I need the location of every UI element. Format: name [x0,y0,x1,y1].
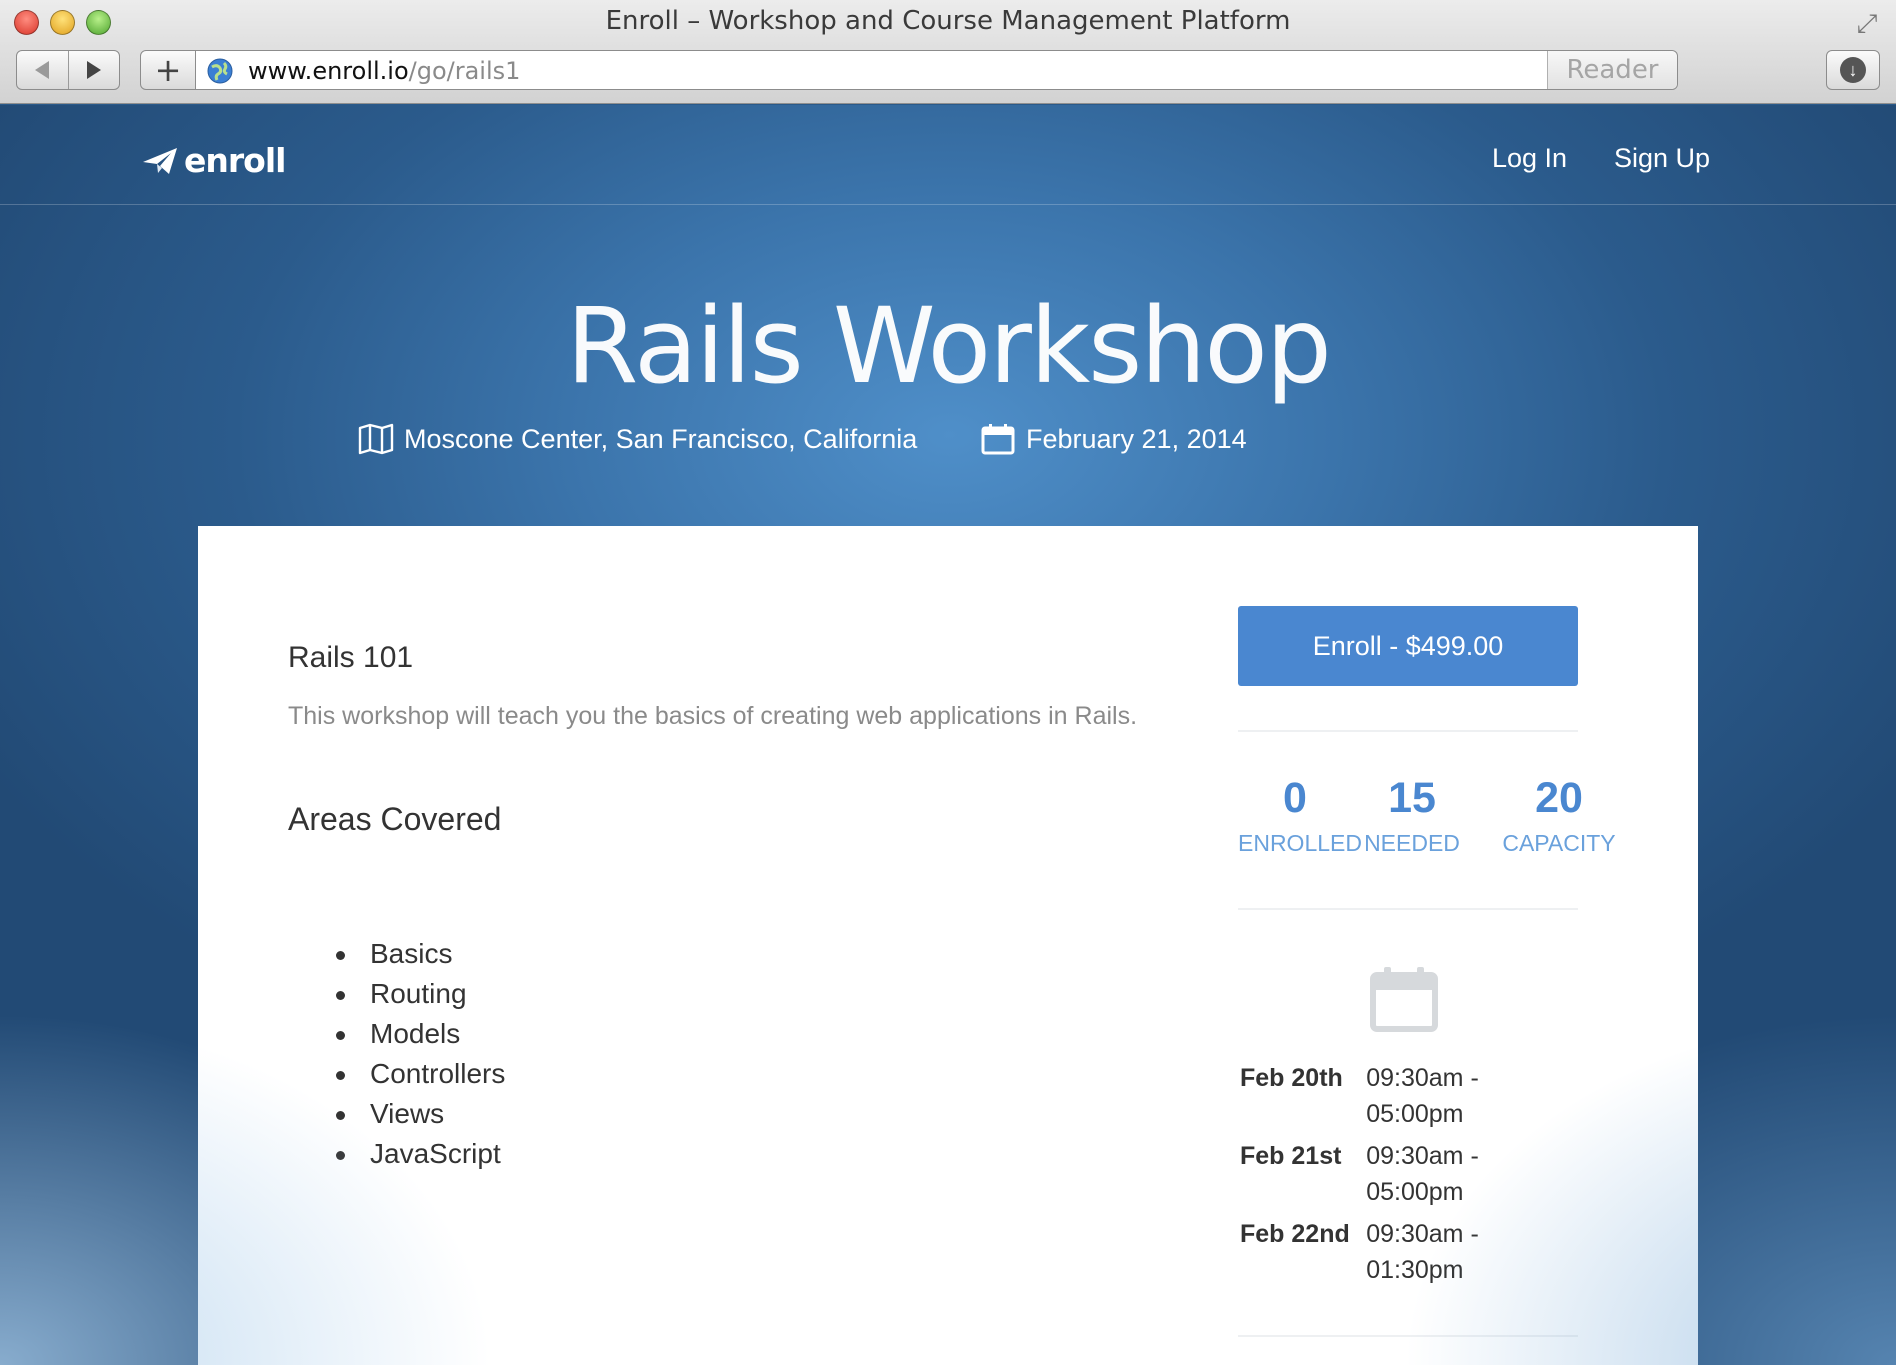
url-path: /go/rails1 [408,57,521,85]
page-title-text: Rails Workshop [566,285,1332,407]
window-title: Enroll – Workshop and Course Management … [605,6,1291,36]
divider [1238,908,1578,910]
stat-capacity: 20 CAPACITY [1500,774,1618,857]
forward-arrow-icon [86,61,101,79]
schedule-time: 09:30am - 05:00pm [1366,1142,1479,1206]
schedule-row: Feb 20th 09:30am - 05:00pm [1240,1060,1580,1132]
date-text: February 21, 2014 [1026,423,1247,454]
event-location: Moscone Center, San Francisco, Californi… [358,423,917,455]
stat-needed: 15 NEEDED [1352,774,1472,857]
stat-value: 15 [1388,774,1436,822]
address-bar[interactable]: www.enroll.io/go/rails1 ↻ Reader [196,50,1678,90]
new-tab-button[interactable]: + [140,50,196,90]
list-item: JavaScript [336,1134,505,1174]
calendar-icon [981,424,1015,455]
url-host: www.enroll.io [248,57,409,85]
page: enroll Log In Sign Up Rails Workshop Mos… [0,105,1896,1365]
stat-value: 20 [1535,774,1583,822]
areas-list: Basics Routing Models Controllers Views … [336,934,505,1174]
course-title: Rails 101 [288,641,414,674]
url-text: www.enroll.io/go/rails1 [248,57,520,85]
back-button[interactable] [17,51,68,89]
schedule-day: Feb 22nd [1240,1220,1350,1248]
globe-icon [207,58,233,84]
stat-label: NEEDED [1364,830,1460,856]
forward-button[interactable] [67,51,120,89]
list-item: Controllers [336,1054,505,1094]
areas-covered-heading: Areas Covered [288,801,502,837]
schedule-time: 09:30am - 05:00pm [1366,1064,1479,1128]
downloads-button[interactable]: ↓ [1826,50,1880,90]
event-date: February 21, 2014 [980,423,1247,455]
list-item: Views [336,1094,505,1134]
back-arrow-icon [35,61,50,79]
download-icon: ↓ [1840,57,1866,83]
course-card: Rails 101 This workshop will teach you t… [198,526,1698,1365]
paper-plane-icon [143,147,177,174]
schedule-day: Feb 20th [1240,1064,1343,1092]
fullscreen-icon[interactable]: ⤢ [1852,8,1882,38]
enroll-button[interactable]: Enroll - $499.00 [1238,606,1578,686]
schedule-row: Feb 22nd 09:30am - 01:30pm [1240,1216,1580,1288]
history-buttons [16,50,120,90]
list-item: Routing [336,974,505,1014]
map-icon [358,423,394,455]
logo-text: enroll [184,141,286,180]
stat-enrolled: 0 ENROLLED [1238,774,1362,857]
schedule-row: Feb 21st 09:30am - 05:00pm [1240,1138,1580,1210]
top-navigation: enroll Log In Sign Up [0,105,1896,205]
page-title: Rails Workshop [0,285,1896,407]
stat-value: 0 [1283,774,1307,822]
divider [1238,730,1578,732]
calendar-icon [1370,967,1438,1032]
course-description: This workshop will teach you the basics … [288,702,1138,730]
location-text: Moscone Center, San Francisco, Californi… [404,423,918,454]
stat-label: ENROLLED [1238,830,1362,856]
schedule-day: Feb 21st [1240,1142,1342,1170]
list-item: Models [336,1014,505,1054]
stat-label: CAPACITY [1502,830,1616,856]
list-item: Basics [336,934,505,974]
logo-link[interactable]: enroll [142,141,286,180]
schedule: Feb 20th 09:30am - 05:00pm Feb 21st 09:3… [1240,1060,1580,1294]
reader-button[interactable]: Reader [1547,51,1677,89]
login-link[interactable]: Log In [1492,143,1567,174]
divider [1238,1335,1578,1337]
signup-link[interactable]: Sign Up [1614,143,1710,174]
browser-chrome: Enroll – Workshop and Course Management … [0,0,1896,104]
schedule-time: 09:30am - 01:30pm [1366,1220,1479,1284]
